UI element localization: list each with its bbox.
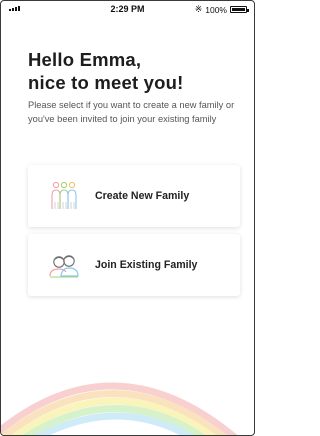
battery-percent: 100% — [205, 4, 227, 15]
bluetooth-icon: ※ — [194, 4, 203, 14]
page-title: Hello Emma, nice to meet you! — [28, 48, 184, 94]
greeting-line-1: Hello Emma, — [28, 49, 142, 70]
battery-icon — [230, 6, 249, 13]
join-family-label: Join Existing Family — [95, 259, 198, 271]
create-family-button[interactable]: Create New Family — [28, 165, 240, 227]
greeting-line-2: nice to meet you! — [28, 72, 184, 93]
create-family-label: Create New Family — [95, 190, 190, 202]
rainbow-decoration — [1, 382, 238, 435]
status-bar: 2:29 PM ※ 100% — [1, 1, 254, 17]
phone-screen: 2:29 PM ※ 100% Hello Emma, nice to meet … — [0, 0, 255, 436]
join-family-button[interactable]: Join Existing Family — [28, 234, 240, 296]
description-text: Please select if you want to create a ne… — [28, 100, 235, 124]
couple-icon — [49, 255, 79, 278]
family-icon — [51, 181, 77, 209]
